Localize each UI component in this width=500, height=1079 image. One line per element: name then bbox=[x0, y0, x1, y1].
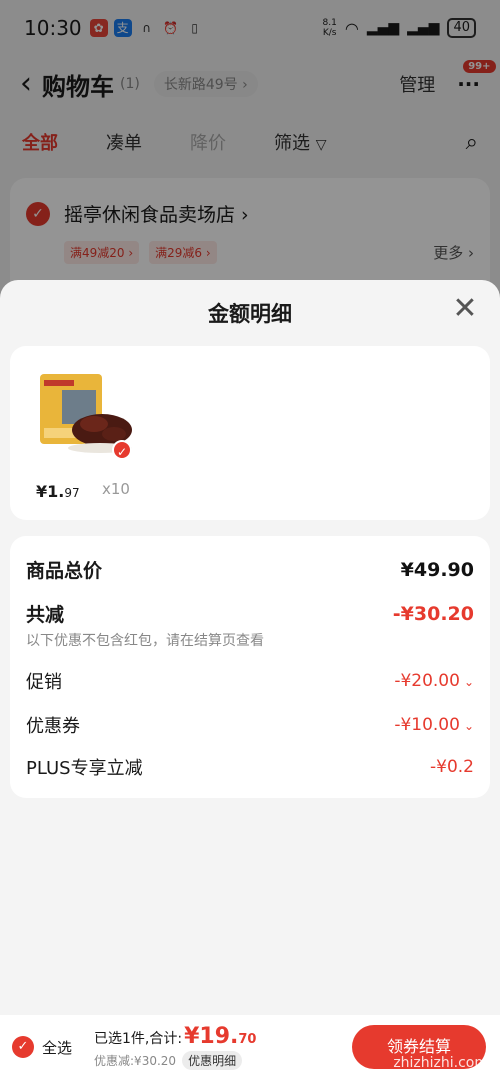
checkout-bar: ✓ 全选 已选1件,合计: ¥19.70 优惠减:¥30.20 优惠明细 领券结… bbox=[0, 1015, 500, 1079]
plus-row: PLUS专享立减 -¥0.2 bbox=[26, 754, 474, 780]
promotion-row[interactable]: 促销 -¥20.00 ⌄ bbox=[26, 668, 474, 694]
modal-overlay[interactable] bbox=[0, 0, 500, 300]
promotion-value: -¥20.00 ⌄ bbox=[394, 671, 474, 691]
grand-total: ¥19.70 bbox=[184, 1024, 257, 1049]
promotion-label: 促销 bbox=[26, 672, 62, 693]
chevron-down-icon: ⌄ bbox=[463, 719, 474, 733]
goods-card: ✓ bbox=[10, 346, 490, 520]
select-all-label[interactable]: 全选 bbox=[42, 1037, 72, 1058]
plus-value: -¥0.2 bbox=[430, 757, 474, 777]
price-detail-card: 商品总价 ¥49.90 共减 -¥30.20 以下优惠不包含红包，请在结算页查看… bbox=[10, 536, 490, 798]
item-checked-icon: ✓ bbox=[112, 440, 132, 460]
select-all-checkbox[interactable]: ✓ bbox=[12, 1036, 34, 1058]
total-summary: 已选1件,合计: ¥19.70 优惠减:¥30.20 优惠明细 bbox=[94, 1024, 256, 1070]
plus-label: PLUS专享立减 bbox=[26, 758, 143, 779]
item-quantity: x10 bbox=[102, 480, 130, 498]
watermark: zhizhizhi.com bbox=[393, 1055, 488, 1071]
item-price: ¥1.97 bbox=[36, 482, 80, 501]
discount-note: 以下优惠不包含红包，请在结算页查看 bbox=[26, 633, 264, 649]
saved-amount: 优惠减:¥30.20 bbox=[94, 1054, 177, 1068]
coupon-row[interactable]: 优惠券 -¥10.00 ⌄ bbox=[26, 712, 474, 738]
chevron-down-icon: ⌄ bbox=[463, 675, 474, 689]
total-value: ¥49.90 bbox=[400, 558, 474, 581]
selected-text: 已选1件,合计: bbox=[94, 1031, 183, 1047]
discount-detail-button[interactable]: 优惠明细 bbox=[182, 1051, 243, 1070]
discount-label: 共减 bbox=[26, 604, 65, 626]
total-label: 商品总价 bbox=[26, 560, 103, 582]
discount-value: -¥30.20 bbox=[392, 602, 474, 625]
coupon-label: 优惠券 bbox=[26, 716, 80, 737]
sheet-title: 金额明细 bbox=[208, 302, 292, 326]
close-icon[interactable]: ✕ bbox=[450, 294, 480, 324]
amount-detail-sheet: 金额明细 ✕ ✓ ¥1.97 x10 商品总价 ¥49.90 共减 -¥30.2… bbox=[0, 280, 500, 1015]
coupon-value: -¥10.00 ⌄ bbox=[394, 715, 474, 735]
cart-page-background: 10:30 ✿ 支 ∩ ⏰ ▯ 8.1 K/s ◠ ▂▄▆ ▂▄▆ 40 ‹ 购物… bbox=[0, 0, 500, 300]
